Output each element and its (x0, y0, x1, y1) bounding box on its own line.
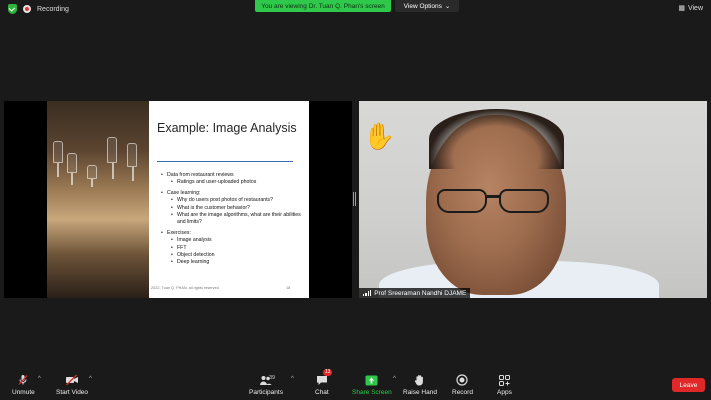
chat-button[interactable]: 13 Chat (315, 369, 333, 396)
apps-button[interactable]: Apps (497, 374, 512, 396)
signal-strength-icon (363, 290, 372, 296)
slide-bullet-list: Data from restaurant reviews Ratings and… (161, 172, 305, 267)
participant-name-tag: Prof Sreeraman Nandhi DJAME (359, 288, 471, 298)
grid-icon: ▦ (678, 5, 685, 12)
record-icon (456, 374, 469, 386)
bullet-subitem: Why do users post photos of restaurants? (161, 197, 305, 205)
unmute-button[interactable]: Unmute (12, 374, 35, 396)
raise-hand-button[interactable]: Raise Hand (403, 374, 437, 396)
view-options-label: View Options (403, 2, 442, 10)
leave-button[interactable]: Leave (672, 378, 705, 392)
share-screen-icon (365, 375, 378, 385)
bullet-subitem: What are the image algorithms, what are … (161, 212, 305, 227)
view-button[interactable]: ▦ View (678, 4, 703, 13)
bullet-item: Exercises: (161, 230, 305, 238)
participants-options-chevron-icon[interactable]: ^ (291, 376, 294, 382)
chat-bubble-icon (316, 375, 327, 385)
video-options-chevron-icon[interactable]: ^ (89, 376, 92, 382)
raise-hand-label: Raise Hand (403, 389, 437, 396)
raised-hand-icon: ✋ (363, 121, 396, 151)
viewing-screen-banner: You are viewing Dr. Tuan Q. Phan's scree… (255, 0, 391, 12)
recording-indicator[interactable]: Recording (8, 4, 69, 14)
chat-unread-badge: 13 (322, 369, 333, 376)
shield-icon (8, 4, 17, 14)
start-video-label: Start Video (56, 389, 89, 396)
shared-screen: Example: Image Analysis Data from restau… (4, 101, 352, 298)
apps-icon (498, 374, 510, 386)
participants-button[interactable]: 39 Participants (249, 374, 283, 396)
bullet-subitem: Image analysis (161, 237, 305, 245)
participant-hair (429, 109, 564, 169)
slide-footer: 2022, Tuan Q. PHAN, all rights reserved (151, 286, 219, 290)
zoom-meeting-window: Recording You are viewing Dr. Tuan Q. Ph… (0, 0, 711, 400)
raise-hand-icon (415, 375, 424, 386)
participant-glasses (437, 189, 557, 215)
bullet-subitem: What is the customer behavior? (161, 205, 305, 213)
record-label: Record (452, 389, 473, 396)
bullet-subitem: FFT (161, 245, 305, 253)
bullet-item: Data from restaurant reviews (161, 172, 305, 180)
participant-video: ✋ Prof Sreeraman Nandhi DJAME (359, 101, 707, 298)
chat-label: Chat (315, 389, 329, 396)
bullet-subitem: Object detection (161, 252, 305, 260)
participant-name: Prof Sreeraman Nandhi DJAME (374, 289, 467, 297)
apps-label: Apps (497, 389, 512, 396)
share-screen-label: Share Screen (352, 389, 392, 396)
participants-label: Participants (249, 389, 283, 396)
video-camera-off-icon (66, 374, 79, 386)
meeting-toolbar: Unmute ^ Start Video ^ 39 Participants ^… (0, 366, 711, 400)
slide-page-number: 18 (286, 286, 291, 290)
audio-options-chevron-icon[interactable]: ^ (38, 376, 41, 382)
recording-label: Recording (37, 5, 69, 13)
restaurant-photo (47, 101, 149, 298)
top-bar: Recording You are viewing Dr. Tuan Q. Ph… (0, 0, 711, 20)
view-options-button[interactable]: View Options ⌄ (395, 0, 459, 12)
share-screen-button[interactable]: Share Screen (352, 374, 392, 396)
splitter-handle[interactable] (353, 192, 356, 206)
record-button[interactable]: Record (452, 374, 473, 396)
microphone-muted-icon (18, 375, 28, 385)
title-underline (157, 161, 293, 162)
share-options-chevron-icon[interactable]: ^ (393, 376, 396, 382)
bullet-subitem: Deep learning (161, 259, 305, 267)
record-dot-icon (23, 5, 31, 13)
bullet-subitem: Ratings and user-uploaded photos (161, 179, 305, 187)
bullet-item: Case learning: (161, 190, 305, 198)
participants-count: 39 (268, 375, 276, 381)
slide-title: Example: Image Analysis (157, 121, 297, 135)
chevron-down-icon: ⌄ (444, 3, 451, 10)
presentation-slide: Example: Image Analysis Data from restau… (149, 101, 309, 298)
unmute-label: Unmute (12, 389, 35, 396)
view-label: View (687, 4, 703, 12)
start-video-button[interactable]: Start Video (56, 374, 88, 396)
